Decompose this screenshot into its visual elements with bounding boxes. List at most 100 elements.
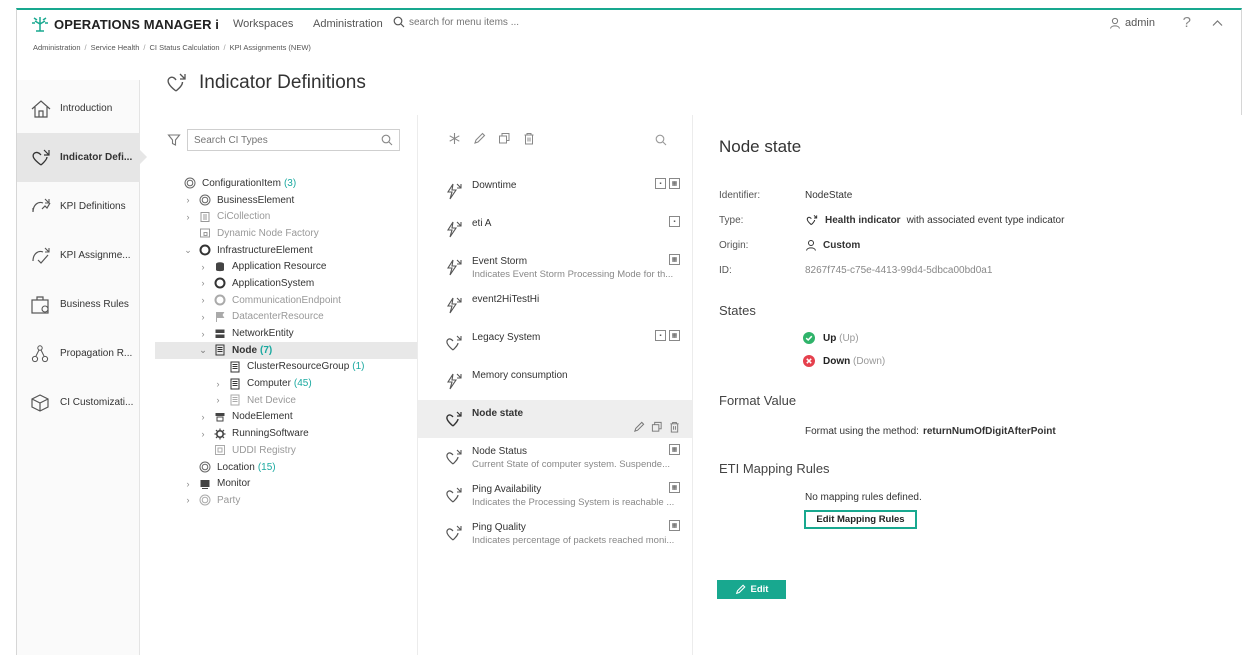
sidebar-item-label: KPI Assignme... bbox=[60, 250, 131, 261]
nav-workspaces[interactable]: Workspaces bbox=[233, 18, 293, 30]
chevron-right-icon[interactable]: › bbox=[198, 429, 208, 439]
sidebar-item-label: KPI Definitions bbox=[60, 201, 126, 212]
database-icon bbox=[213, 260, 226, 273]
sidebar-item-business-rules[interactable]: Business Rules bbox=[17, 280, 140, 329]
sidebar-item-kpi-assignments[interactable]: KPI Assignme... bbox=[17, 231, 140, 280]
tree-item-location[interactable]: Location (15) bbox=[155, 459, 417, 476]
sidebar-item-ci-customizations[interactable]: CI Customizati... bbox=[17, 378, 140, 427]
breadcrumb-ci-status[interactable]: CI Status Calculation bbox=[150, 43, 220, 52]
list-item-event-storm[interactable]: Event Storm Indicates Event Storm Process… bbox=[418, 248, 692, 286]
list-item-downtime[interactable]: Downtime ▪ ▦ bbox=[418, 172, 692, 210]
collection-icon bbox=[198, 210, 211, 223]
tree-item-application-resource[interactable]: › Application Resource bbox=[155, 258, 417, 275]
list-item-memory-consumption[interactable]: Memory consumption bbox=[418, 362, 692, 400]
breadcrumb-administration[interactable]: Administration bbox=[33, 43, 81, 52]
user-menu[interactable]: admin bbox=[1109, 17, 1155, 29]
tree-item-runningsoftware[interactable]: › RunningSoftware bbox=[155, 425, 417, 442]
sidebar-item-indicator-definitions[interactable]: Indicator Defi... bbox=[17, 133, 147, 182]
table-badge-icon: ▦ bbox=[669, 444, 680, 455]
list-item-ping-availability[interactable]: Ping Availability Indicates the Processin… bbox=[418, 476, 692, 514]
nav-administration[interactable]: Administration bbox=[313, 18, 383, 30]
tree-item-communicationendpoint[interactable]: › CommunicationEndpoint bbox=[155, 292, 417, 309]
ci-circle-icon bbox=[198, 494, 211, 507]
tree-item-party[interactable]: › Party bbox=[155, 492, 417, 509]
chevron-right-icon[interactable]: › bbox=[198, 262, 208, 272]
ci-ring-icon bbox=[213, 294, 226, 307]
monitor-icon bbox=[198, 477, 211, 490]
tree-item-clusterresourcegroup[interactable]: ClusterResourceGroup (1) bbox=[155, 359, 417, 376]
sidebar-item-introduction[interactable]: Introduction bbox=[17, 84, 140, 133]
tree-item-cicollection[interactable]: › CiCollection bbox=[155, 208, 417, 225]
search-icon[interactable] bbox=[381, 134, 393, 146]
chevron-right-icon[interactable]: › bbox=[198, 312, 208, 322]
health-indicator-icon bbox=[444, 486, 464, 504]
chevron-right-icon[interactable]: › bbox=[183, 495, 193, 505]
list-item-legacy-system[interactable]: Legacy System ▪ ▦ bbox=[418, 324, 692, 362]
tree-item-datacenterresource[interactable]: › DatacenterResource bbox=[155, 309, 417, 326]
chevron-right-icon[interactable]: › bbox=[213, 395, 223, 405]
tree-item-infrastructureelement[interactable]: ⌄ InfrastructureElement bbox=[155, 242, 417, 259]
menu-search[interactable] bbox=[393, 16, 589, 28]
chevron-right-icon[interactable]: › bbox=[198, 295, 208, 305]
chevron-up-icon[interactable] bbox=[1212, 19, 1223, 27]
tree-item-configurationitem[interactable]: ConfigurationItem (3) bbox=[155, 175, 417, 192]
edit-button[interactable]: Edit bbox=[717, 580, 786, 599]
chevron-right-icon[interactable]: › bbox=[183, 212, 193, 222]
menu-search-input[interactable] bbox=[409, 16, 589, 28]
help-icon[interactable]: ? bbox=[1183, 14, 1191, 31]
sidebar-item-label: Business Rules bbox=[60, 299, 129, 310]
duplicate-icon[interactable] bbox=[498, 132, 511, 145]
breadcrumb-service-health[interactable]: Service Health bbox=[91, 43, 140, 52]
check-circle-icon bbox=[803, 332, 815, 344]
event-type-indicator-icon bbox=[444, 372, 464, 390]
table-badge-icon: ▦ bbox=[669, 254, 680, 265]
format-title: Format Value bbox=[719, 393, 797, 408]
tree-item-applicationsystem[interactable]: › ApplicationSystem bbox=[155, 275, 417, 292]
chevron-right-icon[interactable]: › bbox=[198, 412, 208, 422]
chevron-right-icon[interactable]: › bbox=[213, 379, 223, 389]
origin-value: Custom bbox=[805, 239, 860, 251]
filter-icon[interactable] bbox=[167, 133, 181, 147]
edit-icon[interactable] bbox=[633, 421, 645, 433]
propagation-icon bbox=[30, 344, 52, 364]
cube-icon bbox=[30, 393, 52, 413]
chevron-down-icon[interactable]: ⌄ bbox=[198, 345, 208, 356]
new-asterisk-icon[interactable] bbox=[448, 132, 461, 145]
ci-circle-icon bbox=[198, 194, 211, 207]
search-icon[interactable] bbox=[655, 134, 667, 146]
delete-icon[interactable] bbox=[669, 421, 680, 433]
tree-item-nodeelement[interactable]: › NodeElement bbox=[155, 409, 417, 426]
chevron-right-icon[interactable]: › bbox=[198, 278, 208, 288]
tree-item-computer[interactable]: › Computer (45) bbox=[155, 375, 417, 392]
list-item-ping-quality[interactable]: Ping Quality Indicates percentage of pack… bbox=[418, 514, 692, 552]
duplicate-icon[interactable] bbox=[651, 421, 663, 433]
list-item-node-state[interactable]: Node state bbox=[418, 400, 692, 438]
tree-item-uddi-registry[interactable]: UDDI Registry bbox=[155, 442, 417, 459]
ci-search bbox=[167, 129, 400, 151]
tree-item-dynamic-node-factory[interactable]: Dynamic Node Factory bbox=[155, 225, 417, 242]
list-item-node-status[interactable]: Node Status Current State of computer sys… bbox=[418, 438, 692, 476]
chevron-down-icon[interactable]: ⌄ bbox=[183, 245, 193, 256]
chevron-right-icon[interactable]: › bbox=[183, 479, 193, 489]
chevron-right-icon[interactable]: › bbox=[198, 329, 208, 339]
brand[interactable]: OPERATIONS MANAGER i bbox=[31, 15, 219, 33]
tree-item-networkentity[interactable]: › NetworkEntity bbox=[155, 325, 417, 342]
edit-mapping-rules-button[interactable]: Edit Mapping Rules bbox=[804, 510, 917, 529]
identifier-label: Identifier: bbox=[719, 190, 761, 201]
ci-search-box[interactable] bbox=[187, 129, 400, 151]
sidebar-item-kpi-definitions[interactable]: KPI Definitions bbox=[17, 182, 140, 231]
ci-search-input[interactable] bbox=[194, 134, 364, 146]
health-indicator-icon bbox=[444, 524, 464, 542]
tree-item-node[interactable]: ⌄ Node (7) bbox=[155, 341, 417, 359]
tree-item-net-device[interactable]: › Net Device bbox=[155, 392, 417, 409]
table-badge-icon: ▦ bbox=[669, 178, 680, 189]
tree-item-monitor[interactable]: › Monitor bbox=[155, 475, 417, 492]
edit-icon[interactable] bbox=[473, 132, 486, 145]
list-item-event2hitesthi[interactable]: event2HiTestHi bbox=[418, 286, 692, 324]
tree-item-businesselement[interactable]: › BusinessElement bbox=[155, 192, 417, 209]
chevron-right-icon[interactable]: › bbox=[183, 195, 193, 205]
network-icon bbox=[213, 327, 226, 340]
delete-icon[interactable] bbox=[523, 132, 535, 145]
list-item-eti-a[interactable]: eti A ▪ bbox=[418, 210, 692, 248]
sidebar-item-propagation-rules[interactable]: Propagation R... bbox=[17, 329, 140, 378]
